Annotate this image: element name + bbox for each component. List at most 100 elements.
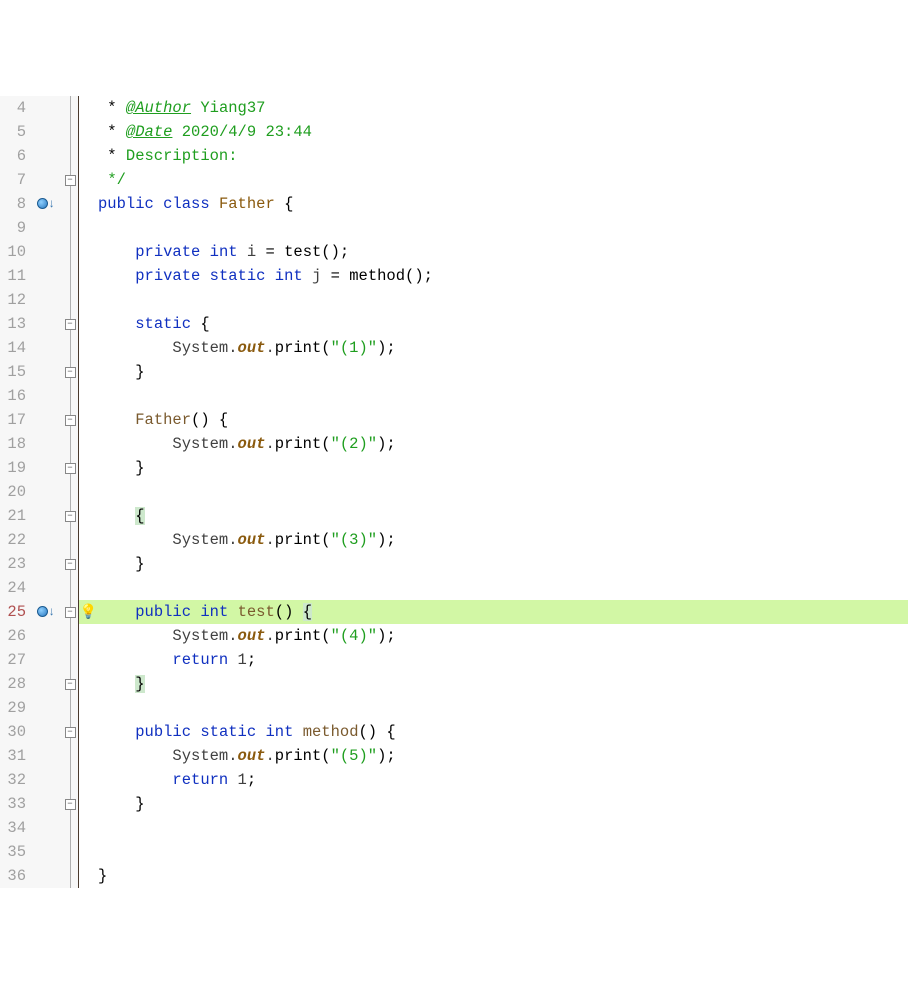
gutter-marker[interactable] (30, 528, 62, 552)
code-text[interactable] (98, 288, 908, 312)
code-text[interactable]: return 1; (98, 648, 908, 672)
code-text[interactable]: } (98, 360, 908, 384)
gutter-marker[interactable] (30, 696, 62, 720)
gutter-marker[interactable] (30, 216, 62, 240)
code-text[interactable]: public static int method() { (98, 720, 908, 744)
code-line[interactable]: 24 (0, 576, 908, 600)
gutter-marker[interactable]: ↓ (30, 600, 62, 624)
fold-gutter[interactable] (62, 336, 78, 360)
gutter-marker[interactable] (30, 768, 62, 792)
fold-gutter[interactable] (62, 144, 78, 168)
gutter-marker[interactable] (30, 360, 62, 384)
fold-close-icon[interactable]: − (65, 367, 76, 378)
code-text[interactable] (98, 576, 908, 600)
code-line[interactable]: 30− public static int method() { (0, 720, 908, 744)
fold-gutter[interactable] (62, 648, 78, 672)
code-line[interactable]: 6 * Description: (0, 144, 908, 168)
code-text[interactable]: } (98, 552, 908, 576)
gutter-marker[interactable] (30, 408, 62, 432)
code-line[interactable]: 13− static { (0, 312, 908, 336)
code-line[interactable]: 9 (0, 216, 908, 240)
code-text[interactable]: public class Father { (98, 192, 908, 216)
fold-gutter[interactable] (62, 96, 78, 120)
fold-gutter[interactable] (62, 840, 78, 864)
code-line[interactable]: 27 return 1; (0, 648, 908, 672)
gutter-marker[interactable] (30, 168, 62, 192)
gutter-marker[interactable] (30, 552, 62, 576)
code-line[interactable]: 11 private static int j = method(); (0, 264, 908, 288)
code-line[interactable]: 16 (0, 384, 908, 408)
fold-gutter[interactable] (62, 384, 78, 408)
code-text[interactable]: System.out.print("(3)"); (98, 528, 908, 552)
fold-gutter[interactable] (62, 816, 78, 840)
code-text[interactable]: } (98, 792, 908, 816)
code-text[interactable] (98, 696, 908, 720)
fold-gutter[interactable] (62, 624, 78, 648)
code-line[interactable]: 4 * @Author Yiang37 (0, 96, 908, 120)
code-line[interactable]: 28− } (0, 672, 908, 696)
code-text[interactable]: } (98, 456, 908, 480)
code-line[interactable]: 31 System.out.print("(5)"); (0, 744, 908, 768)
fold-close-icon[interactable]: − (65, 175, 76, 186)
fold-gutter[interactable] (62, 264, 78, 288)
fold-gutter[interactable] (62, 696, 78, 720)
fold-gutter[interactable] (62, 576, 78, 600)
code-line[interactable]: 21− { (0, 504, 908, 528)
gutter-marker[interactable] (30, 480, 62, 504)
code-text[interactable]: System.out.print("(5)"); (98, 744, 908, 768)
fold-close-icon[interactable]: − (65, 679, 76, 690)
gutter-marker[interactable] (30, 816, 62, 840)
intention-gutter[interactable]: 💡 (78, 600, 98, 624)
code-line[interactable]: 22 System.out.print("(3)"); (0, 528, 908, 552)
fold-gutter[interactable]: − (62, 312, 78, 336)
code-text[interactable]: } (98, 672, 908, 696)
gutter-marker[interactable] (30, 840, 62, 864)
code-line[interactable]: 33− } (0, 792, 908, 816)
fold-gutter[interactable] (62, 432, 78, 456)
fold-close-icon[interactable]: − (65, 463, 76, 474)
code-text[interactable]: System.out.print("(4)"); (98, 624, 908, 648)
fold-close-icon[interactable]: − (65, 559, 76, 570)
code-text[interactable]: } (98, 864, 908, 888)
code-text[interactable]: System.out.print("(1)"); (98, 336, 908, 360)
code-text[interactable] (98, 216, 908, 240)
fold-gutter[interactable] (62, 192, 78, 216)
gutter-marker[interactable] (30, 720, 62, 744)
gutter-marker[interactable] (30, 336, 62, 360)
fold-gutter[interactable] (62, 120, 78, 144)
fold-gutter[interactable] (62, 864, 78, 888)
code-text[interactable]: static { (98, 312, 908, 336)
code-text[interactable]: * @Date 2020/4/9 23:44 (98, 120, 908, 144)
code-line[interactable]: 35 (0, 840, 908, 864)
gutter-marker[interactable] (30, 384, 62, 408)
fold-gutter[interactable] (62, 768, 78, 792)
code-text[interactable]: * Description: (98, 144, 908, 168)
fold-gutter[interactable] (62, 480, 78, 504)
code-line[interactable]: 36} (0, 864, 908, 888)
fold-open-icon[interactable]: − (65, 511, 76, 522)
gutter-marker[interactable] (30, 456, 62, 480)
gutter-marker[interactable] (30, 264, 62, 288)
gutter-marker[interactable] (30, 144, 62, 168)
code-line[interactable]: 26 System.out.print("(4)"); (0, 624, 908, 648)
code-text[interactable] (98, 840, 908, 864)
fold-open-icon[interactable]: − (65, 415, 76, 426)
code-line[interactable]: 17− Father() { (0, 408, 908, 432)
fold-gutter[interactable] (62, 528, 78, 552)
gutter-marker[interactable] (30, 864, 62, 888)
code-line[interactable]: 7− */ (0, 168, 908, 192)
gutter-marker[interactable] (30, 792, 62, 816)
code-text[interactable]: public int test() { (98, 600, 908, 624)
code-text[interactable]: * @Author Yiang37 (98, 96, 908, 120)
code-text[interactable]: { (98, 504, 908, 528)
code-text[interactable]: private static int j = method(); (98, 264, 908, 288)
code-line[interactable]: 19− } (0, 456, 908, 480)
fold-open-icon[interactable]: − (65, 607, 76, 618)
fold-gutter[interactable]: − (62, 504, 78, 528)
code-line[interactable]: 8↓public class Father { (0, 192, 908, 216)
gutter-marker[interactable] (30, 672, 62, 696)
fold-gutter[interactable]: − (62, 792, 78, 816)
code-text[interactable]: private int i = test(); (98, 240, 908, 264)
fold-gutter[interactable]: − (62, 408, 78, 432)
code-text[interactable]: return 1; (98, 768, 908, 792)
